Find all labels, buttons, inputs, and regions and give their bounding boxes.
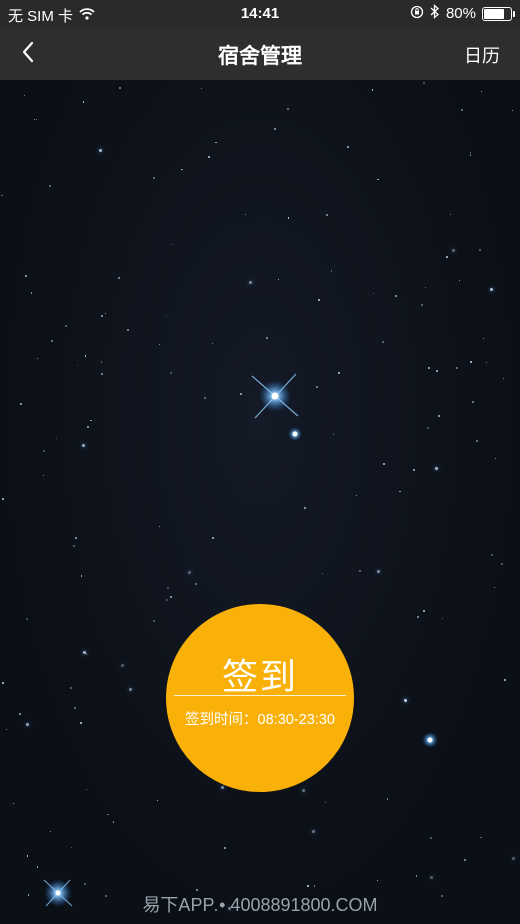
- star: [287, 217, 289, 219]
- checkin-divider: [174, 695, 346, 696]
- star: [475, 439, 478, 442]
- star: [203, 397, 206, 400]
- bluetooth-icon: [430, 4, 440, 23]
- star: [76, 364, 78, 367]
- star: [80, 575, 82, 577]
- star: [455, 366, 458, 369]
- footer-watermark: 易下APP • 4008891800.COM: [142, 895, 378, 915]
- star: [421, 303, 424, 306]
- star: [412, 469, 415, 472]
- star: [311, 829, 315, 833]
- star: [494, 457, 496, 460]
- orientation-lock-icon: [410, 5, 424, 23]
- bright-star: [251, 373, 299, 419]
- starry-background: [0, 80, 520, 924]
- star: [429, 836, 432, 839]
- star: [42, 449, 45, 452]
- page-title: 宿舍管理: [218, 45, 302, 68]
- star: [79, 722, 82, 725]
- star: [167, 587, 169, 590]
- battery-percent: 80%: [445, 5, 476, 22]
- star: [307, 885, 309, 887]
- star: [248, 280, 252, 284]
- checkin-button[interactable]: 签到 签到时间：08:30-23:30: [166, 604, 354, 792]
- star: [118, 86, 121, 89]
- checkin-label: 签到: [221, 656, 298, 697]
- battery-fill: [484, 8, 504, 19]
- star: [64, 324, 67, 327]
- star: [48, 184, 51, 187]
- star: [100, 314, 103, 317]
- star: [426, 426, 429, 429]
- star: [446, 255, 448, 258]
- star: [33, 118, 35, 120]
- star: [503, 678, 506, 681]
- star: [482, 337, 485, 339]
- star: [377, 178, 379, 180]
- star: [313, 885, 315, 887]
- star: [469, 154, 471, 156]
- star: [211, 342, 213, 345]
- star: [511, 109, 513, 112]
- star: [74, 706, 77, 709]
- star: [441, 617, 443, 619]
- star: [36, 357, 38, 359]
- star: [26, 855, 28, 857]
- star: [188, 570, 192, 574]
- battery-icon: [482, 6, 515, 21]
- star: [371, 89, 374, 91]
- star: [107, 813, 109, 815]
- star: [169, 596, 172, 599]
- star: [415, 875, 418, 877]
- star: [84, 355, 86, 357]
- star: [211, 536, 214, 539]
- star: [49, 830, 51, 832]
- star: [165, 315, 168, 317]
- status-bar: 无 SIM 卡 14:41 80%: [0, 0, 520, 28]
- calendar-button[interactable]: 日历: [464, 42, 500, 68]
- star: [399, 490, 401, 493]
- star: [325, 213, 328, 216]
- star: [158, 525, 160, 527]
- star: [100, 373, 103, 376]
- bright-stars: [43, 373, 438, 907]
- star: [200, 87, 202, 89]
- star: [82, 101, 84, 103]
- bright-star: [288, 427, 302, 441]
- checkin-time: 签到时间：08:30-23:30: [185, 712, 335, 728]
- star: [358, 569, 361, 572]
- star: [207, 156, 210, 159]
- star: [317, 298, 320, 301]
- star: [394, 295, 397, 298]
- star: [372, 292, 374, 295]
- star: [113, 821, 115, 823]
- star: [90, 419, 92, 422]
- star: [195, 582, 198, 585]
- nav-bar: 宿舍管理 日历: [0, 28, 520, 80]
- star: [479, 248, 482, 251]
- star: [26, 617, 29, 620]
- star: [98, 149, 102, 153]
- star: [86, 426, 89, 429]
- star: [501, 562, 504, 565]
- status-right: 80%: [410, 4, 515, 23]
- bright-star: [422, 732, 438, 748]
- star: [330, 270, 332, 272]
- star: [126, 329, 129, 332]
- star: [82, 651, 86, 655]
- battery-tip: [513, 10, 515, 17]
